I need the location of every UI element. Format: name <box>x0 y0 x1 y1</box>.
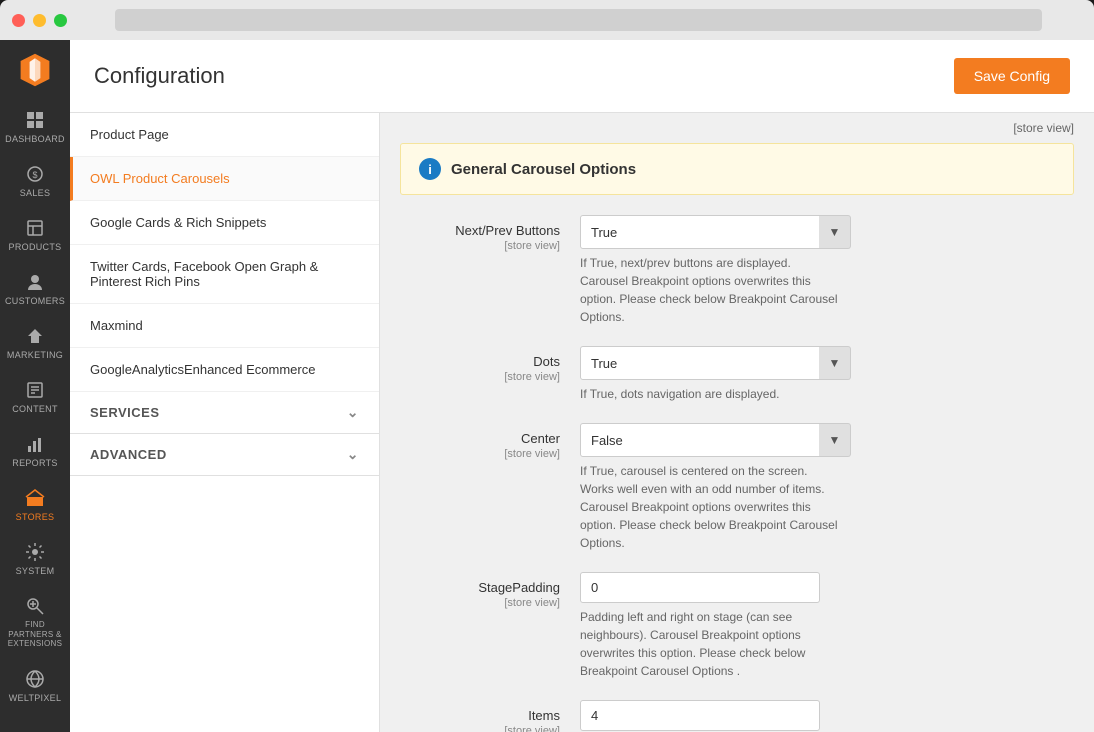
select-container-dots: True False ▼ <box>580 346 1074 380</box>
nav-item-products[interactable]: PRODUCTS <box>0 208 70 262</box>
nav-item-system[interactable]: SYSTEM <box>0 532 70 586</box>
save-config-button[interactable]: Save Config <box>954 58 1070 94</box>
nav-item-weltpixel[interactable]: WELTPIXEL <box>0 659 70 713</box>
input-col-items: The number of items you want to see on t… <box>580 700 1074 732</box>
input-col-dots: True False ▼ If True, dots navigation ar… <box>580 346 1074 403</box>
nav-item-find-partners[interactable]: FIND PARTNERS & EXTENSIONS <box>0 586 70 659</box>
sidebar-section-advanced[interactable]: ADVANCED ⌄ <box>70 434 379 476</box>
minimize-button[interactable] <box>33 14 46 27</box>
hint-dots: If True, dots navigation are displayed. <box>580 385 840 403</box>
sidebar-item-twitter-cards[interactable]: Twitter Cards, Facebook Open Graph & Pin… <box>70 245 379 304</box>
nav-label-products: PRODUCTS <box>9 242 62 252</box>
form-row-items: Items [store view] The number of items y… <box>400 700 1074 732</box>
nav-label-reports: REPORTS <box>12 458 57 468</box>
label-col-next-prev: Next/Prev Buttons [store view] <box>400 215 580 326</box>
field-sublabel-dots: [store view] <box>400 371 560 383</box>
carousel-options-title: General Carousel Options <box>451 161 636 178</box>
page-title: Configuration <box>94 63 225 89</box>
magento-logo <box>15 50 55 90</box>
close-button[interactable] <box>12 14 25 27</box>
nav-item-dashboard[interactable]: DASHBOARD <box>0 100 70 154</box>
nav-item-sales[interactable]: $ SALES <box>0 154 70 208</box>
form-row-center: Center [store view] True False ▼ <box>400 423 1074 552</box>
page-header: Configuration Save Config <box>70 40 1094 113</box>
titlebar <box>0 0 1094 40</box>
input-col-center: True False ▼ If True, carousel is center… <box>580 423 1074 552</box>
select-dots[interactable]: True False <box>580 346 820 380</box>
select-arrow-dots[interactable]: ▼ <box>819 346 851 380</box>
sidebar-item-google-cards[interactable]: Google Cards & Rich Snippets <box>70 201 379 245</box>
nav-label-weltpixel: WELTPIXEL <box>9 693 62 703</box>
nav-item-content[interactable]: CONTENT <box>0 370 70 424</box>
nav-label-find-partners: FIND PARTNERS & EXTENSIONS <box>4 620 66 649</box>
carousel-options-form: Next/Prev Buttons [store view] True Fals… <box>380 215 1094 732</box>
field-sublabel-items: [store view] <box>400 725 560 732</box>
field-sublabel-next-prev: [store view] <box>400 240 560 252</box>
nav-item-reports[interactable]: REPORTS <box>0 424 70 478</box>
nav-label-stores: STORES <box>16 512 55 522</box>
address-bar[interactable] <box>115 9 1042 31</box>
select-arrow-center[interactable]: ▼ <box>819 423 851 457</box>
hint-next-prev: If True, next/prev buttons are displayed… <box>580 254 840 326</box>
nav-item-marketing[interactable]: MARKETING <box>0 316 70 370</box>
nav-label-sales: SALES <box>20 188 51 198</box>
sidebar-section-services[interactable]: SERVICES ⌄ <box>70 392 379 434</box>
input-col-next-prev: True False ▼ If True, next/prev buttons … <box>580 215 1074 326</box>
form-row-dots: Dots [store view] True False ▼ <box>400 346 1074 403</box>
nav-label-customers: CUSTOMERS <box>5 296 65 306</box>
field-label-stage-padding: StagePadding <box>400 580 560 595</box>
label-col-items: Items [store view] <box>400 700 580 732</box>
sidebar-item-product-page[interactable]: Product Page <box>70 113 379 157</box>
select-container-next-prev: True False ▼ <box>580 215 1074 249</box>
label-col-center: Center [store view] <box>400 423 580 552</box>
form-row-stage-padding: StagePadding [store view] Padding left a… <box>400 572 1074 680</box>
field-sublabel-center: [store view] <box>400 448 560 460</box>
field-label-center: Center <box>400 431 560 446</box>
general-carousel-options-header: i General Carousel Options <box>400 143 1074 195</box>
hint-center: If True, carousel is centered on the scr… <box>580 462 840 552</box>
hint-stage-padding: Padding left and right on stage (can see… <box>580 608 840 680</box>
field-label-items: Items <box>400 708 560 723</box>
input-items[interactable] <box>580 700 820 731</box>
input-col-stage-padding: Padding left and right on stage (can see… <box>580 572 1074 680</box>
nav-label-dashboard: DASHBOARD <box>5 134 65 144</box>
input-stage-padding[interactable] <box>580 572 820 603</box>
label-col-dots: Dots [store view] <box>400 346 580 403</box>
sidebar-item-maxmind[interactable]: Maxmind <box>70 304 379 348</box>
left-navigation: DASHBOARD $ SALES PRODUCTS CUSTOMERS MAR… <box>0 40 70 732</box>
info-icon: i <box>419 158 441 180</box>
chevron-down-icon: ⌄ <box>347 404 359 421</box>
maximize-button[interactable] <box>54 14 67 27</box>
select-container-center: True False ▼ <box>580 423 1074 457</box>
nav-item-stores[interactable]: STORES <box>0 478 70 532</box>
label-col-stage-padding: StagePadding [store view] <box>400 572 580 680</box>
nav-label-content: CONTENT <box>12 404 58 414</box>
form-row-next-prev: Next/Prev Buttons [store view] True Fals… <box>400 215 1074 326</box>
sidebar-item-google-analytics[interactable]: GoogleAnalyticsEnhanced Ecommerce <box>70 348 379 392</box>
nav-label-system: SYSTEM <box>16 566 55 576</box>
svg-text:$: $ <box>32 170 37 180</box>
config-sidebar: Product Page OWL Product Carousels Googl… <box>70 113 380 732</box>
field-label-next-prev: Next/Prev Buttons <box>400 223 560 238</box>
field-sublabel-stage-padding: [store view] <box>400 597 560 609</box>
select-center[interactable]: True False <box>580 423 820 457</box>
select-next-prev[interactable]: True False <box>580 215 820 249</box>
store-view-banner: [store view] <box>380 113 1094 143</box>
nav-item-customers[interactable]: CUSTOMERS <box>0 262 70 316</box>
select-arrow-next-prev[interactable]: ▼ <box>819 215 851 249</box>
chevron-down-icon: ⌄ <box>347 446 359 463</box>
sidebar-item-owl-carousels[interactable]: OWL Product Carousels <box>70 157 379 201</box>
config-right-panel: [store view] i General Carousel Options … <box>380 113 1094 732</box>
field-label-dots: Dots <box>400 354 560 369</box>
nav-label-marketing: MARKETING <box>7 350 63 360</box>
